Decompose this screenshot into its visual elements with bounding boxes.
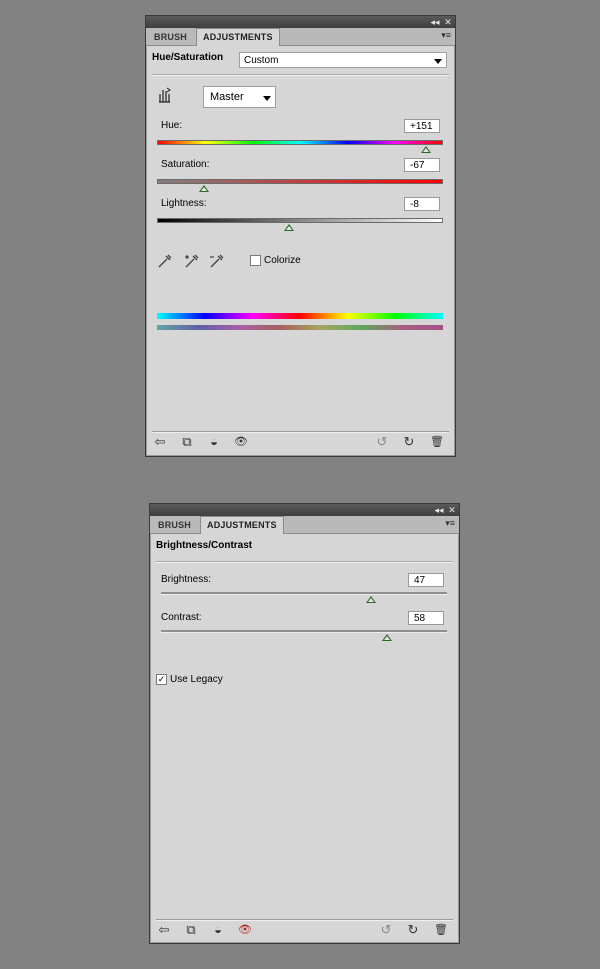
chevron-down-icon <box>263 96 271 101</box>
trash-icon[interactable]: 🗑 <box>433 922 449 938</box>
saturation-slider-track[interactable] <box>157 179 443 184</box>
adjustment-title: Brightness/Contrast <box>156 540 253 551</box>
contrast-slider-track[interactable] <box>161 630 447 633</box>
hue-slider-track[interactable] <box>157 140 443 145</box>
colorize-checkbox[interactable] <box>250 255 261 266</box>
eyedropper-minus-icon[interactable] <box>208 252 226 270</box>
targeted-adjustment-hand-icon[interactable] <box>155 86 173 104</box>
eyedropper-plus-icon[interactable] <box>183 252 201 270</box>
close-icon[interactable]: ✕ <box>442 16 454 28</box>
adjustment-title: Hue/Saturation <box>152 52 224 63</box>
clip-to-layer-icon[interactable]: ⧉ <box>179 434 195 450</box>
back-arrow-icon[interactable]: ⇦ <box>156 922 172 938</box>
lightness-slider-track[interactable] <box>157 218 443 223</box>
visibility-eye-icon[interactable]: 👁 <box>237 922 253 938</box>
eyedropper-icon[interactable] <box>156 252 174 270</box>
tab-adjustments[interactable]: ADJUSTMENTS <box>200 516 284 534</box>
input-color-bar <box>157 313 443 319</box>
close-icon[interactable]: ✕ <box>446 504 458 516</box>
panel-titlebar[interactable]: ◂◂ ✕ <box>146 16 455 28</box>
lightness-slider-thumb[interactable] <box>283 224 294 231</box>
view-previous-icon[interactable]: ◒ <box>210 922 226 938</box>
collapse-icon[interactable]: ◂◂ <box>429 16 441 28</box>
reset-previous-icon[interactable]: ↺ <box>374 434 390 450</box>
brightness-label: Brightness: <box>161 574 212 585</box>
view-previous-icon[interactable]: ◒ <box>206 434 222 450</box>
use-legacy-label: Use Legacy <box>170 674 223 685</box>
hue-slider-thumb[interactable] <box>420 146 431 153</box>
reset-icon[interactable]: ↻ <box>401 434 417 450</box>
collapse-icon[interactable]: ◂◂ <box>433 504 445 516</box>
channel-dropdown[interactable]: Master <box>203 86 276 108</box>
hue-label: Hue: <box>161 120 183 131</box>
contrast-slider-thumb[interactable] <box>381 634 392 641</box>
reset-previous-icon[interactable]: ↺ <box>378 922 394 938</box>
trash-icon[interactable]: 🗑 <box>429 434 445 450</box>
saturation-slider-thumb[interactable] <box>199 185 210 192</box>
brightness-contrast-panel: ◂◂ ✕ BRUSH ADJUSTMENTS ▾≡ Brightness/Con… <box>149 503 460 944</box>
hue-saturation-panel: ◂◂ ✕ BRUSH ADJUSTMENTS ▾≡ Hue/Saturation… <box>145 15 456 457</box>
hue-input[interactable]: +151 <box>404 119 440 133</box>
brightness-slider-thumb[interactable] <box>366 596 377 603</box>
reset-icon[interactable]: ↻ <box>405 922 421 938</box>
tab-row: BRUSH ADJUSTMENTS ▾≡ <box>150 516 459 534</box>
panel-menu-icon[interactable]: ▾≡ <box>445 518 455 529</box>
panel-titlebar[interactable]: ◂◂ ✕ <box>150 504 459 516</box>
colorize-label: Colorize <box>264 255 301 266</box>
header-separator <box>152 74 449 76</box>
tab-brush[interactable]: BRUSH <box>152 517 197 533</box>
chevron-down-icon <box>434 59 442 64</box>
contrast-input[interactable]: 58 <box>408 611 444 625</box>
visibility-eye-icon[interactable]: 👁 <box>233 434 249 450</box>
saturation-label: Saturation: <box>161 159 210 170</box>
saturation-input[interactable]: -67 <box>404 158 440 172</box>
back-arrow-icon[interactable]: ⇦ <box>152 434 168 450</box>
use-legacy-checkbox[interactable]: ✓ <box>156 674 167 685</box>
preset-dropdown[interactable]: Custom <box>239 52 447 68</box>
tab-brush[interactable]: BRUSH <box>148 29 193 45</box>
contrast-label: Contrast: <box>161 612 202 623</box>
lightness-input[interactable]: -8 <box>404 197 440 211</box>
header-separator <box>156 561 453 563</box>
brightness-input[interactable]: 47 <box>408 573 444 587</box>
footer-separator <box>156 919 453 921</box>
output-color-bar <box>157 325 443 330</box>
preset-value: Custom <box>244 55 279 66</box>
channel-value: Master <box>210 91 244 103</box>
brightness-slider-track[interactable] <box>161 592 447 595</box>
tab-adjustments[interactable]: ADJUSTMENTS <box>196 28 280 46</box>
lightness-label: Lightness: <box>161 198 207 209</box>
clip-to-layer-icon[interactable]: ⧉ <box>183 922 199 938</box>
footer-separator <box>152 431 449 433</box>
tab-row: BRUSH ADJUSTMENTS ▾≡ <box>146 28 455 46</box>
panel-menu-icon[interactable]: ▾≡ <box>441 30 451 41</box>
